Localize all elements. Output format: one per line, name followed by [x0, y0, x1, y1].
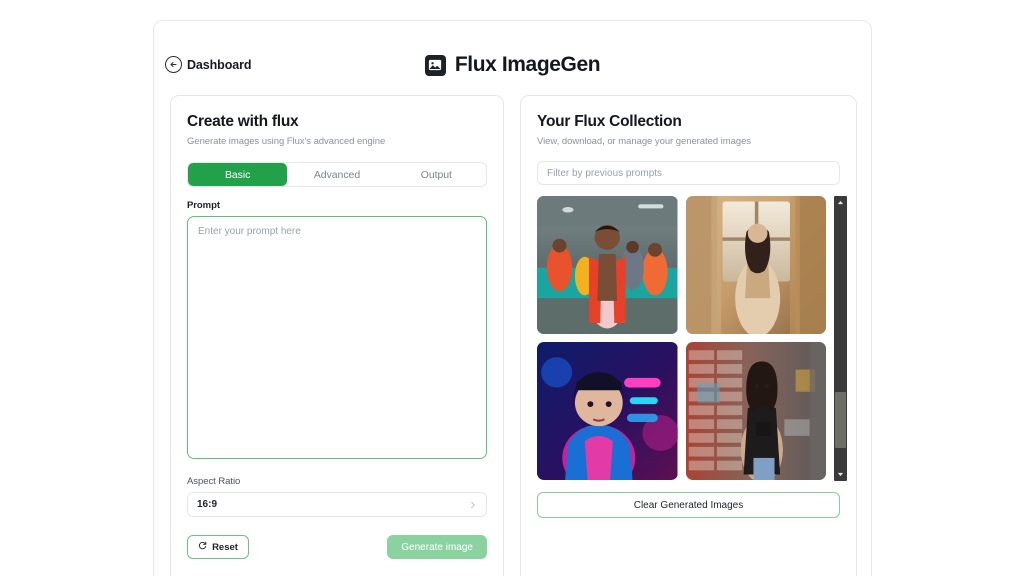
tab-basic[interactable]: Basic: [188, 163, 288, 186]
gallery-container: [537, 196, 847, 481]
collection-panel-subtitle: View, download, or manage your generated…: [537, 136, 752, 147]
prompt-filter-input[interactable]: [537, 161, 840, 185]
brand: Flux ImageGen: [154, 53, 871, 77]
create-panel: Create with flux Generate images using F…: [170, 95, 504, 576]
aspect-ratio-value: 16:9: [197, 499, 218, 510]
gallery-thumbnail[interactable]: [537, 196, 678, 334]
refresh-icon: [198, 541, 207, 553]
gallery-thumbnail[interactable]: [685, 342, 826, 480]
prompt-input[interactable]: [187, 216, 487, 459]
gallery-thumbnail[interactable]: [685, 196, 826, 334]
clear-generated-images-button[interactable]: Clear Generated Images: [537, 492, 840, 518]
collection-panel-title: Your Flux Collection: [537, 113, 682, 130]
collection-panel: Your Flux Collection View, download, or …: [520, 95, 857, 576]
app-header: Dashboard Flux ImageGen: [154, 21, 871, 95]
generate-image-button[interactable]: Generate image: [387, 535, 487, 559]
gallery-thumbnail[interactable]: [537, 342, 678, 480]
mode-tabs: Basic Advanced Output: [187, 162, 487, 187]
create-panel-subtitle: Generate images using Flux's advanced en…: [187, 136, 386, 147]
app-window: Dashboard Flux ImageGen Create with flux…: [153, 20, 872, 576]
image-logo-icon: [424, 54, 446, 76]
scrollbar-thumb[interactable]: [835, 392, 846, 448]
create-actions: Reset Generate image: [187, 535, 487, 559]
panels-container: Create with flux Generate images using F…: [154, 95, 871, 576]
reset-button[interactable]: Reset: [187, 535, 249, 559]
prompt-label: Prompt: [187, 200, 220, 211]
screen: Dashboard Flux ImageGen Create with flux…: [0, 0, 1024, 576]
caret-down-icon[interactable]: [836, 470, 845, 479]
caret-up-icon[interactable]: [836, 198, 845, 207]
reset-button-label: Reset: [212, 541, 238, 553]
tab-advanced[interactable]: Advanced: [287, 163, 386, 186]
gallery-scrollbar[interactable]: [834, 196, 847, 481]
chevron-right-icon: [469, 496, 477, 514]
create-panel-title: Create with flux: [187, 113, 299, 130]
app-title: Flux ImageGen: [454, 53, 601, 76]
tab-output[interactable]: Output: [387, 163, 486, 186]
aspect-ratio-label: Aspect Ratio: [187, 476, 241, 487]
image-grid: [537, 196, 826, 481]
aspect-ratio-select[interactable]: 16:9: [187, 492, 487, 517]
